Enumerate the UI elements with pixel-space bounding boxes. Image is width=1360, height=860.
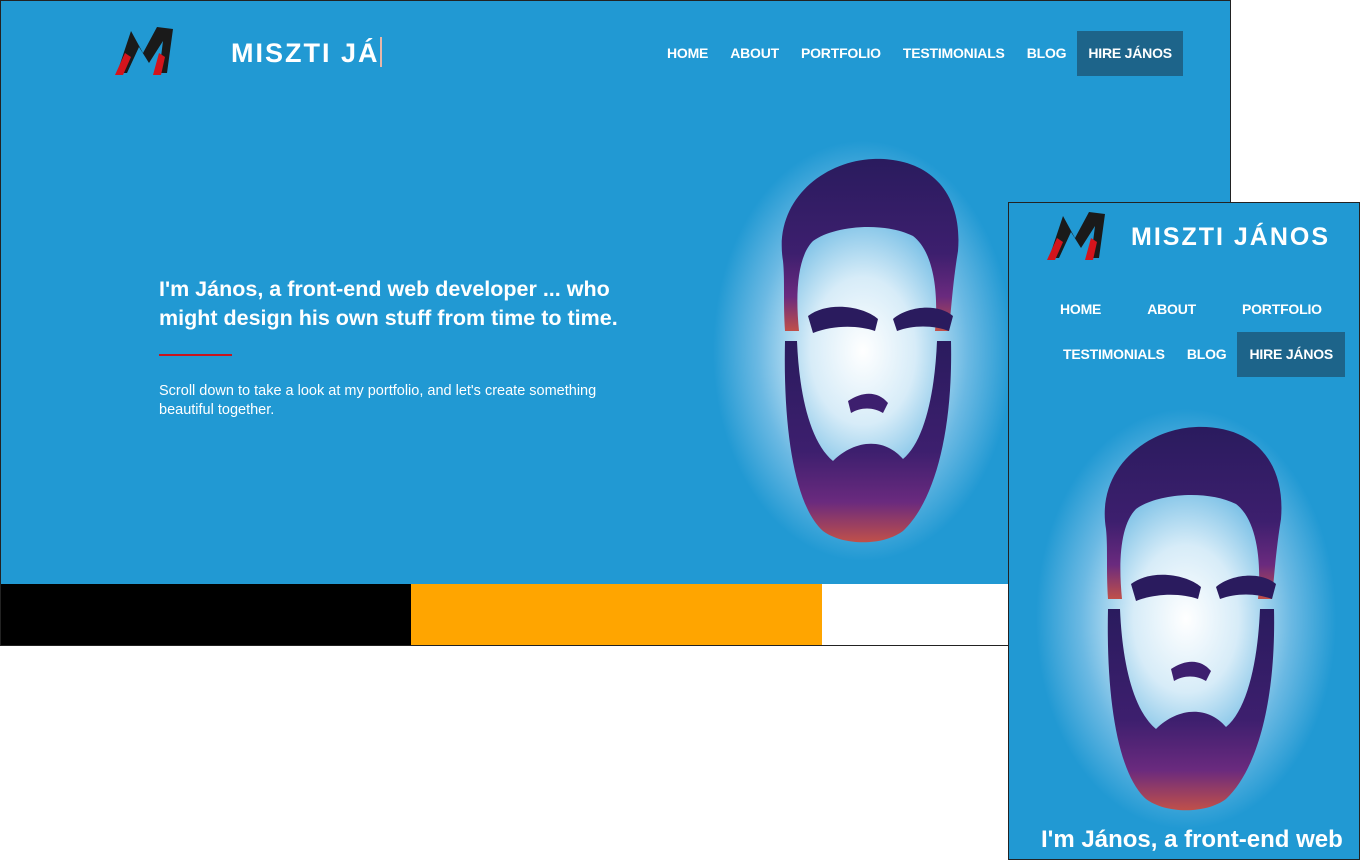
headline-divider: [159, 354, 232, 356]
main-nav: HOME ABOUT PORTFOLIO TESTIMONIALS BLOG H…: [656, 31, 1183, 76]
nav-portfolio[interactable]: PORTFOLIO: [1231, 287, 1333, 332]
mobile-nav-row2: TESTIMONIALS BLOG HIRE JÁNOS: [1052, 332, 1346, 377]
nav-hire-button[interactable]: HIRE JÁNOS: [1077, 31, 1183, 76]
bearded-face-portrait: [1036, 409, 1336, 829]
hero-subtext-line2: beautiful together.: [159, 402, 275, 418]
mobile-hero-headline: I'm János, a front-end web: [1041, 826, 1343, 853]
hero-headline: I'm János, a front-end web developer ...…: [159, 275, 618, 333]
site-title: MISZTI JÁ: [231, 37, 382, 69]
color-swatch-orange: [411, 584, 822, 645]
site-title-text: MISZTI JÁ: [231, 38, 380, 68]
nav-blog[interactable]: BLOG: [1176, 332, 1238, 377]
mobile-preview: MISZTI JÁNOS HOME ABOUT PORTFOLIO TESTIM…: [1008, 202, 1360, 860]
mobile-nav-row1: HOME ABOUT PORTFOLIO: [1049, 287, 1333, 332]
nav-testimonials[interactable]: TESTIMONIALS: [1052, 332, 1176, 377]
m-monogram-logo[interactable]: [113, 23, 181, 77]
nav-blog[interactable]: BLOG: [1016, 31, 1078, 76]
nav-about[interactable]: ABOUT: [719, 31, 790, 76]
m-monogram-logo[interactable]: [1045, 208, 1113, 262]
hero-subtext: Scroll down to take a look at my portfol…: [159, 382, 596, 420]
nav-testimonials[interactable]: TESTIMONIALS: [892, 31, 1016, 76]
typing-cursor: [379, 37, 382, 67]
nav-hire-button[interactable]: HIRE JÁNOS: [1237, 332, 1346, 377]
hero-headline-line2: might design his own stuff from time to …: [159, 306, 618, 330]
hero-subtext-line1: Scroll down to take a look at my portfol…: [159, 383, 597, 399]
bearded-face-portrait: [713, 141, 1013, 561]
nav-portfolio[interactable]: PORTFOLIO: [790, 31, 892, 76]
nav-about[interactable]: ABOUT: [1136, 287, 1207, 332]
hero-headline-line1: I'm János, a front-end web developer ...…: [159, 277, 610, 301]
site-title-mobile: MISZTI JÁNOS: [1131, 223, 1331, 251]
color-swatch-black: [1, 584, 411, 645]
nav-home[interactable]: HOME: [656, 31, 719, 76]
nav-home[interactable]: HOME: [1049, 287, 1112, 332]
